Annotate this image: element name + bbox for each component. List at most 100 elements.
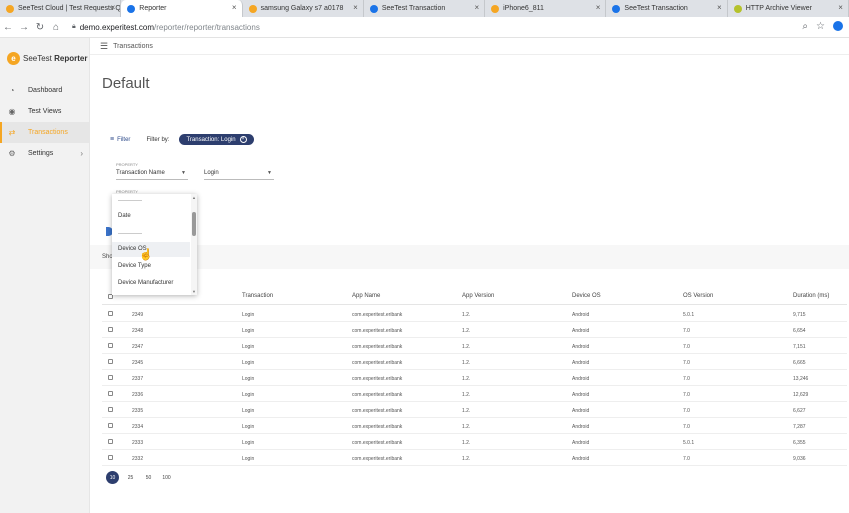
column-header[interactable]: Transaction — [242, 293, 273, 299]
column-header[interactable]: App Version — [462, 293, 494, 299]
table-cell: 2349 — [132, 312, 144, 318]
row-checkbox[interactable] — [108, 311, 113, 316]
dropdown-scroll-thumb[interactable] — [192, 212, 196, 236]
row-checkbox[interactable] — [108, 375, 113, 380]
filter-button[interactable]: ≡ Filter — [110, 136, 130, 143]
row-checkbox[interactable] — [108, 423, 113, 428]
table-cell: 2332 — [132, 456, 144, 462]
table-row[interactable]: 2337 Login com.experitest.eribank 1.2. Andro… — [102, 370, 847, 386]
row-checkbox[interactable] — [108, 455, 113, 460]
table-cell: Android — [572, 392, 590, 398]
app-logo: e SeeTest Reporter — [7, 52, 87, 65]
row-checkbox[interactable] — [108, 327, 113, 332]
table-row[interactable]: 2335 Login com.experitest.eribank 1.2. Andro… — [102, 402, 847, 418]
profile-icon[interactable] — [833, 21, 843, 31]
sidebar-item-label: Transactions — [28, 129, 68, 136]
browser-tab[interactable]: HTTP Archive Viewer × — [728, 0, 849, 17]
forward-icon[interactable]: → — [16, 22, 32, 33]
table-row[interactable]: 2345 Login com.experitest.eribank 1.2. Andro… — [102, 354, 847, 370]
table-row[interactable]: 2332 Login com.experitest.eribank 1.2. Andro… — [102, 450, 847, 466]
dropdown-item-device-manufacturer[interactable]: Device Manufacturer — [118, 280, 173, 286]
column-header[interactable]: OS Version — [683, 293, 713, 299]
page-size-option[interactable]: 50 — [142, 471, 155, 484]
table-cell: Android — [572, 456, 590, 462]
lock-icon: 🔒︎ — [72, 23, 76, 30]
divider — [118, 200, 142, 201]
url-field[interactable]: 🔒︎ demo.experitest.com/reporter/reporter… — [72, 23, 260, 32]
table-cell: 1.2. — [462, 312, 471, 318]
reload-icon[interactable]: ↻ — [32, 22, 48, 33]
table-cell: Android — [572, 376, 590, 382]
table-cell: 1.2. — [462, 376, 471, 382]
table-cell: 1.2. — [462, 424, 471, 430]
column-header[interactable]: Device OS — [572, 293, 601, 299]
menu-icon[interactable]: ☰ — [100, 41, 108, 52]
row-checkbox[interactable] — [108, 439, 113, 444]
table-row[interactable]: 2336 Login com.experitest.eribank 1.2. Andro… — [102, 386, 847, 402]
table-cell: 7,287 — [793, 424, 806, 430]
table-cell: 7.0 — [683, 344, 690, 350]
browser-tab[interactable]: iPhone6_811 × — [485, 0, 607, 17]
table-row[interactable]: 2348 Login com.experitest.eribank 1.2. Andro… — [102, 322, 847, 338]
back-icon[interactable]: ← — [0, 22, 16, 33]
favicon-icon — [6, 4, 14, 13]
browser-tab[interactable]: Reporter × — [121, 0, 243, 17]
sidebar-item-dashboard[interactable]: ◔ Dashboard — [0, 80, 90, 101]
home-icon[interactable]: ⌂ — [48, 22, 64, 33]
browser-tab-title: iPhone6_811 — [503, 5, 544, 12]
property-select[interactable]: Transaction Name ▼ — [116, 167, 188, 180]
url-host: demo.experitest.com — [79, 22, 154, 32]
table-cell: 2336 — [132, 392, 144, 398]
table-row[interactable]: 2333 Login com.experitest.eribank 1.2. Andro… — [102, 434, 847, 450]
table-row[interactable]: 2349 Login com.experitest.eribank 1.2. Andro… — [102, 306, 847, 322]
sidebar-item-settings[interactable]: ⚙ Settings › — [0, 143, 90, 164]
value-select[interactable]: Login ▼ — [204, 167, 274, 180]
logo-prefix: SeeTest — [23, 54, 52, 63]
table-cell: Login — [242, 408, 255, 414]
top-bar: ☰ Transactions — [90, 38, 849, 55]
table-cell: com.experitest.eribank — [352, 312, 403, 318]
close-icon[interactable]: × — [353, 3, 358, 12]
page-size-option[interactable]: 25 — [124, 471, 137, 484]
close-icon[interactable]: × — [232, 3, 237, 12]
page-title: Default — [102, 75, 150, 92]
close-icon[interactable]: × — [239, 136, 247, 143]
table-row[interactable]: 2334 Login com.experitest.eribank 1.2. Andro… — [102, 418, 847, 434]
close-icon[interactable]: × — [596, 3, 601, 12]
browser-tab[interactable]: SeeTest Transaction × — [606, 0, 728, 17]
dropdown-scrollbar[interactable] — [191, 194, 197, 295]
table-cell: 13,246 — [793, 376, 809, 382]
dropdown-item-date[interactable]: Date — [118, 213, 131, 219]
table-cell: Android — [572, 440, 590, 446]
close-icon[interactable]: × — [111, 3, 116, 12]
filter-chip[interactable]: Transaction: Login × — [179, 134, 254, 145]
browser-tab[interactable]: samsung Galaxy s7 a0178 × — [243, 0, 364, 17]
sidebar-item-test-views[interactable]: ◉ Test Views — [0, 101, 90, 122]
sidebar-item-transactions[interactable]: ⇄ Transactions — [0, 122, 90, 143]
close-icon[interactable]: × — [838, 3, 843, 12]
zoom-icon[interactable]: ⌕ — [802, 21, 808, 32]
url-path: /reporter/reporter/transactions — [154, 22, 260, 32]
scroll-up-icon[interactable]: ▲ — [192, 195, 196, 200]
browser-tab-title: samsung Galaxy s7 a0178 — [260, 5, 344, 12]
table-row[interactable]: 2347 Login com.experitest.eribank 1.2. Andro… — [102, 338, 847, 354]
close-icon[interactable]: × — [717, 3, 722, 12]
sidebar: e SeeTest Reporter ◔ Dashboard ◉ Test Views… — [0, 38, 90, 513]
row-checkbox[interactable] — [108, 343, 113, 348]
close-icon[interactable]: × — [474, 3, 479, 12]
row-checkbox[interactable] — [108, 391, 113, 396]
page-size-option[interactable]: 100 — [160, 471, 173, 484]
table-cell: com.experitest.eribank — [352, 456, 403, 462]
column-header[interactable]: Duration (ms) — [793, 293, 829, 299]
table-cell: 2345 — [132, 360, 144, 366]
star-icon[interactable]: ☆ — [816, 21, 825, 32]
column-header[interactable]: App Name — [352, 293, 380, 299]
row-checkbox[interactable] — [108, 359, 113, 364]
filter-row: ≡ Filter Filter by: Transaction: Login × — [110, 134, 254, 145]
page-size-option[interactable]: 10 — [106, 471, 119, 484]
browser-tab[interactable]: SeeTest Transaction × — [364, 0, 486, 17]
scroll-down-icon[interactable]: ▼ — [192, 289, 196, 294]
dropdown-item-device-type[interactable]: Device Type — [118, 263, 151, 269]
browser-tab[interactable]: SeeTest Cloud | Test Requests Q × — [0, 0, 122, 17]
row-checkbox[interactable] — [108, 407, 113, 412]
